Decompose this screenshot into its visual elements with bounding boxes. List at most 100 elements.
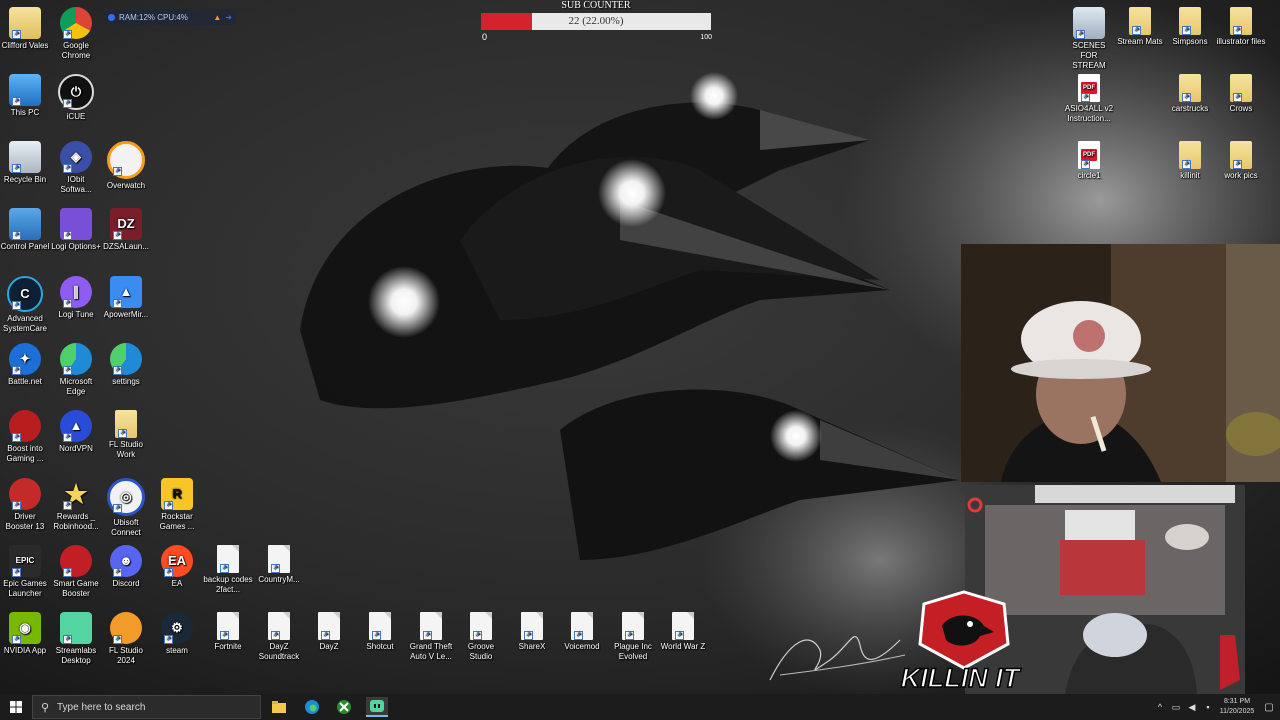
desktop-icon[interactable]: R ↗ Rockstar Games ...	[152, 478, 202, 532]
desktop-icon[interactable]: ↗ FL Studio 2024	[101, 612, 151, 666]
desktop-icon[interactable]: ↗ Fortnite	[203, 612, 253, 652]
desktop-icon[interactable]: ↗ Google Chrome	[51, 7, 101, 61]
desktop-icon[interactable]: ↗ Recycle Bin	[0, 141, 50, 185]
desktop-icon-label: Simpsons	[1172, 37, 1208, 46]
desktop-icon-label: Recycle Bin	[3, 175, 47, 184]
pdf-icon: PDF ↗	[1078, 74, 1100, 102]
desktop-icon[interactable]: ↗ carstrucks	[1165, 74, 1215, 114]
desktop-icon-label: Overwatch	[106, 181, 146, 190]
desktop-icon[interactable]: ↗ settings	[101, 343, 151, 387]
taskbar-edge[interactable]	[301, 697, 323, 717]
desktop-icon[interactable]: PDF ↗ circle1	[1064, 141, 1114, 181]
chevron-up-icon[interactable]: ^	[1152, 702, 1168, 712]
shortcut-arrow-icon: ↗	[574, 631, 583, 640]
desktop-icon[interactable]: ◎ ↗ Ubisoft Connect	[101, 478, 151, 538]
text-file-icon: ↗	[268, 545, 290, 573]
start-button[interactable]	[0, 694, 32, 720]
shortcut-arrow-icon: ↗	[63, 164, 72, 173]
desktop-icon-label: Stream Mats	[1117, 37, 1163, 46]
desktop-icon[interactable]: ↗ CountryM...	[254, 545, 304, 585]
desktop-icon[interactable]: ⏻ ↗ iCUE	[51, 74, 101, 122]
desktop-icon[interactable]: ↗ DayZ Soundtrack	[254, 612, 304, 662]
taskbar-xbox[interactable]	[333, 697, 355, 717]
network-icon[interactable]: ▭	[1168, 702, 1184, 713]
desktop-icon-label: Shotcut	[366, 642, 394, 651]
desktop-icon[interactable]: ↗ Boost into Gaming ...	[0, 410, 50, 464]
desktop-icon-label: Control Panel	[0, 242, 50, 251]
taskbar-file-explorer[interactable]	[268, 697, 290, 717]
desktop-icon[interactable]: ↗ Clifford Vales	[0, 7, 50, 51]
desktop-icon[interactable]: ▲ ↗ NordVPN	[51, 410, 101, 454]
sub-counter-max: 100	[700, 34, 712, 41]
desktop-icon[interactable]: ↗ illustrator files	[1216, 7, 1266, 47]
desktop-icon[interactable]: ↗ This PC	[0, 74, 50, 118]
desktop-icon[interactable]: ↗ DayZ	[304, 612, 354, 652]
apowermirror-icon: ▲ ↗	[110, 276, 142, 308]
desktop-icon[interactable]: ↗ Plague Inc Evolved	[608, 612, 658, 662]
desktop-icon[interactable]: ✦ ↗ Battle.net	[0, 343, 50, 387]
taskbar-clock[interactable]: 8:31 PM 11/20/2025	[1216, 697, 1258, 717]
desktop-icon-label: Driver Booster 13	[5, 512, 45, 531]
desktop-icon[interactable]: ↗ Control Panel	[0, 208, 50, 252]
desktop-icon[interactable]: ▲ ↗ ApowerMir...	[101, 276, 151, 320]
desktop-icon-label: Rewards _ Robinhood...	[53, 512, 99, 531]
desktop-icon[interactable]: ↗ Grand Theft Auto V Le...	[406, 612, 456, 662]
desktop-icon[interactable]: ↗ backup codes 2fact...	[203, 545, 253, 595]
desktop-icon-label: work pics	[1224, 171, 1258, 180]
streamlabs-icon: ↗	[60, 612, 92, 644]
desktop-icon[interactable]: EPIC ↗ Epic Games Launcher	[0, 545, 50, 599]
desktop-icon[interactable]: ◉ ↗ NVIDIA App	[0, 612, 50, 656]
desktop-icon[interactable]: ↗ World War Z	[658, 612, 708, 652]
clock-time: 8:31 PM	[1223, 698, 1251, 705]
shortcut-arrow-icon: ↗	[164, 501, 173, 510]
taskbar-streamlabs[interactable]	[366, 697, 388, 717]
desktop-icon-label: This PC	[10, 108, 40, 117]
desktop-icon[interactable]: ⚙ ↗ steam	[152, 612, 202, 656]
desktop-icon[interactable]: ↗ SCENES FOR STREAM	[1064, 7, 1114, 71]
speaker-icon[interactable]: ◀	[1184, 702, 1200, 713]
shortcut-arrow-icon: ↗	[63, 299, 72, 308]
desktop-icon[interactable]: EA ↗ EA	[152, 545, 202, 589]
shortcut-arrow-icon: ↗	[63, 568, 72, 577]
desktop-icon-label: Logi Tune	[58, 310, 94, 319]
desktop-icon[interactable]: ↗ Overwatch	[101, 141, 151, 191]
desktop-icon[interactable]: PDF ↗ ASIO4ALL v2 Instruction...	[1064, 74, 1114, 124]
boost-rocket-icon: ▲	[213, 12, 222, 22]
desktop-icon[interactable]: ↗ Streamlabs Desktop	[51, 612, 101, 666]
desktop-icon[interactable]: ★ ↗ Rewards _ Robinhood...	[51, 478, 101, 532]
ime-icon[interactable]: ▪	[1200, 702, 1216, 712]
desktop-icon[interactable]: C ↗ Advanced SystemCare	[0, 276, 50, 334]
desktop-icon[interactable]: ↗ Logi Options+	[51, 208, 101, 252]
desktop-icon[interactable]: ↗ FL Studio Work	[101, 410, 151, 460]
taskbar-search-box[interactable]: ⚲ Type here to search	[32, 695, 261, 719]
desktop-icon[interactable]: ☻ ↗ Discord	[101, 545, 151, 589]
desktop-icon-label: Crows	[1229, 104, 1253, 113]
shortcut-arrow-icon: ↗	[113, 299, 122, 308]
logi-tune-icon: ∥ ↗	[60, 276, 92, 308]
desktop-icon-label: illustrator files	[1216, 37, 1266, 46]
desktop-icon[interactable]: ↗ Voicemod	[557, 612, 607, 652]
shortcut-arrow-icon: ↗	[423, 631, 432, 640]
desktop-icon[interactable]: ↗ work pics	[1216, 141, 1266, 181]
desktop-icon[interactable]: ↗ killinit	[1165, 141, 1215, 181]
desktop-icon[interactable]: ◈ ↗ IObit Softwa...	[51, 141, 101, 195]
desktop-icon[interactable]: DZ ↗ DZSALaun...	[101, 208, 151, 252]
desktop-icon[interactable]: ↗ Driver Booster 13	[0, 478, 50, 532]
desktop-icon[interactable]: ↗ Crows	[1216, 74, 1266, 114]
desktop-icon[interactable]: ↗ Microsoft Edge	[51, 343, 101, 397]
arrow-icon: ➜	[225, 12, 232, 22]
text-file-icon: ↗	[318, 612, 340, 640]
shortcut-arrow-icon: ↗	[12, 231, 21, 240]
desktop-icon[interactable]: ↗ Groove Studio	[456, 612, 506, 662]
desktop-icon[interactable]: ↗ Simpsons	[1165, 7, 1215, 47]
system-monitor-widget[interactable]: RAM:12% CPU:4% ▲ ➜	[104, 9, 236, 25]
desktop-icon[interactable]: ∥ ↗ Logi Tune	[51, 276, 101, 320]
desktop-icon[interactable]: ↗ Shotcut	[355, 612, 405, 652]
icue-icon: ⏻ ↗	[58, 74, 94, 110]
clock-date: 11/20/2025	[1219, 708, 1255, 715]
notification-icon[interactable]: ▢	[1258, 702, 1280, 713]
desktop-icon[interactable]: ↗ Stream Mats	[1115, 7, 1165, 47]
desktop-icon[interactable]: ↗ ShareX	[507, 612, 557, 652]
desktop-icon[interactable]: ↗ Smart Game Booster	[51, 545, 101, 599]
smart-game-booster-icon: ↗	[60, 545, 92, 577]
